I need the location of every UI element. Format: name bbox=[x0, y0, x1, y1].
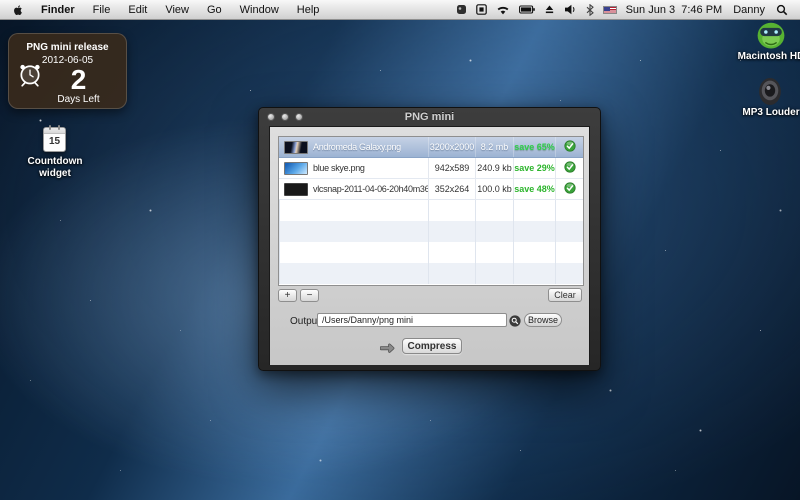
user-menu[interactable]: Danny bbox=[731, 4, 767, 16]
file-size: 8.2 mb bbox=[475, 137, 513, 157]
menu-bar: Finder File Edit View Go Window Help Sun… bbox=[0, 0, 800, 20]
compress-button[interactable]: Compress bbox=[402, 338, 462, 354]
menu-view[interactable]: View bbox=[156, 0, 198, 20]
file-thumbnail bbox=[284, 162, 308, 175]
menu-clock[interactable]: Sun Jun 3 7:46 PM bbox=[626, 4, 723, 16]
file-size: 100.0 kb bbox=[475, 179, 513, 199]
alarm-clock-icon bbox=[17, 60, 43, 93]
menu-finder[interactable]: Finder bbox=[32, 0, 84, 20]
bluetooth-icon[interactable] bbox=[586, 4, 594, 16]
file-savings: save 29% bbox=[513, 158, 555, 178]
file-savings: save 48% bbox=[513, 179, 555, 199]
window-titlebar[interactable]: PNG mini bbox=[259, 108, 600, 126]
app-menu-icon[interactable] bbox=[456, 4, 467, 15]
calendar-binding bbox=[44, 128, 65, 134]
apple-menu-icon[interactable] bbox=[0, 3, 32, 17]
countdown-widget-label: Countdown widget bbox=[15, 156, 95, 180]
output-path-input[interactable] bbox=[317, 313, 507, 327]
menu-window[interactable]: Window bbox=[231, 0, 288, 20]
pointing-hand-icon bbox=[380, 341, 398, 359]
table-empty-row bbox=[279, 221, 583, 242]
macintosh-hd-icon[interactable] bbox=[752, 15, 790, 55]
mp3-louder-label: MP3 Louder bbox=[729, 107, 800, 119]
volume-icon[interactable] bbox=[564, 4, 577, 15]
file-dimensions: 352x264 bbox=[428, 179, 475, 199]
file-name: vlcsnap-2011-04-06-20h40m36s165.png bbox=[313, 184, 428, 194]
macintosh-hd-label: Macintosh HD bbox=[733, 51, 800, 63]
table-empty-row bbox=[279, 200, 583, 221]
file-table: Andromeda Galaxy.png 3200x2000 8.2 mb sa… bbox=[278, 136, 584, 286]
table-row[interactable]: Andromeda Galaxy.png 3200x2000 8.2 mb sa… bbox=[279, 137, 583, 158]
add-files-button[interactable]: + bbox=[278, 289, 297, 302]
file-savings: save 65% bbox=[513, 137, 555, 157]
close-button[interactable] bbox=[267, 113, 275, 121]
file-name: blue skye.png bbox=[313, 163, 365, 173]
file-dimensions: 3200x2000 bbox=[428, 137, 475, 157]
png-mini-window: PNG mini Andromeda Galaxy.png 3200x2000 … bbox=[258, 107, 601, 371]
mp3-louder-icon[interactable] bbox=[757, 77, 783, 111]
menu-help[interactable]: Help bbox=[288, 0, 329, 20]
table-row[interactable]: vlcsnap-2011-04-06-20h40m36s165.png 352x… bbox=[279, 179, 583, 200]
eject-icon[interactable] bbox=[544, 4, 555, 15]
widget-days-label: Days Left bbox=[9, 94, 126, 105]
menu-edit[interactable]: Edit bbox=[119, 0, 156, 20]
widget-title: PNG mini release bbox=[9, 42, 126, 53]
table-empty-row bbox=[279, 242, 583, 263]
countdown-widget-icon[interactable]: 15 bbox=[43, 127, 66, 152]
window-content: Andromeda Galaxy.png 3200x2000 8.2 mb sa… bbox=[269, 126, 590, 365]
file-name: Andromeda Galaxy.png bbox=[313, 142, 401, 152]
spotlight-icon[interactable] bbox=[776, 4, 788, 16]
reveal-search-icon[interactable] bbox=[509, 314, 521, 326]
window-title: PNG mini bbox=[405, 111, 455, 123]
input-source-icon[interactable] bbox=[476, 4, 487, 15]
table-row[interactable]: blue skye.png 942x589 240.9 kb save 29% bbox=[279, 158, 583, 179]
file-dimensions: 942x589 bbox=[428, 158, 475, 178]
battery-icon[interactable] bbox=[519, 5, 535, 14]
table-empty-row bbox=[279, 263, 583, 284]
browse-button[interactable]: Browse bbox=[524, 313, 562, 327]
remove-files-button[interactable]: − bbox=[300, 289, 319, 302]
clear-button[interactable]: Clear bbox=[548, 288, 582, 302]
calendar-day: 15 bbox=[44, 136, 65, 147]
check-icon bbox=[564, 182, 576, 196]
file-thumbnail bbox=[284, 183, 308, 196]
minimize-button[interactable] bbox=[281, 113, 289, 121]
check-icon bbox=[564, 161, 576, 175]
wifi-icon[interactable] bbox=[496, 4, 510, 15]
menu-go[interactable]: Go bbox=[198, 0, 231, 20]
file-size: 240.9 kb bbox=[475, 158, 513, 178]
us-flag-icon[interactable] bbox=[603, 6, 617, 14]
check-icon bbox=[564, 140, 576, 154]
zoom-button[interactable] bbox=[295, 113, 303, 121]
file-thumbnail bbox=[284, 141, 308, 154]
countdown-widget[interactable]: PNG mini release 2012-06-05 2 Days Left bbox=[8, 33, 127, 109]
menu-file[interactable]: File bbox=[84, 0, 120, 20]
